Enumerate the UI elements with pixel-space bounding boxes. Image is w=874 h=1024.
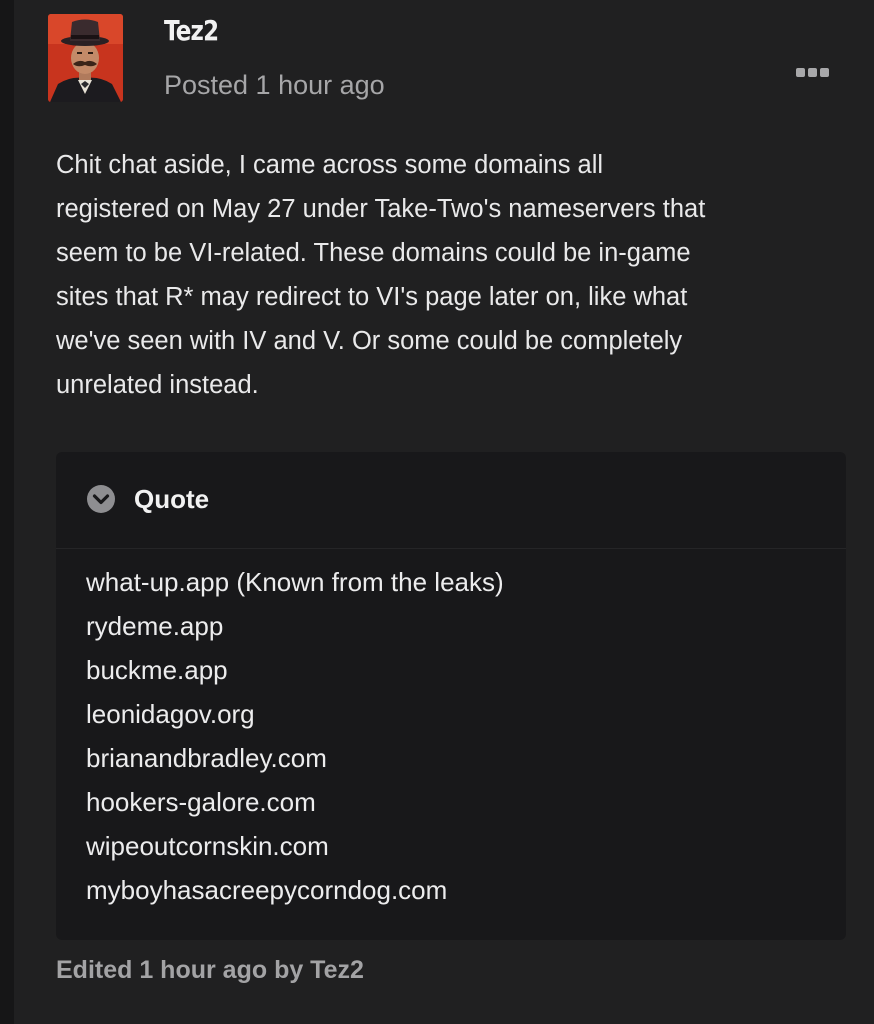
quote-label: Quote xyxy=(134,484,210,514)
quote-line: rydeme.app xyxy=(86,611,224,641)
quote-toggle[interactable]: Quote xyxy=(56,452,846,549)
post-body-line: we've seen with IV and V. Or some could … xyxy=(56,327,683,355)
author-name[interactable]: Tez2 xyxy=(164,14,219,47)
quote-content: what-up.app (Known from the leaks) rydem… xyxy=(86,560,504,912)
quote-line: myboyhasacreepycorndog.com xyxy=(86,875,448,905)
quote-line: brianandbradley.com xyxy=(86,743,327,773)
edited-note: Edited 1 hour ago by Tez2 xyxy=(56,956,364,984)
quote-block: Quote what-up.app (Known from the leaks)… xyxy=(56,452,846,940)
post-body: Chit chat aside, I came across some doma… xyxy=(56,143,856,407)
ellipsis-icon[interactable] xyxy=(792,62,832,82)
quote-line: what-up.app (Known from the leaks) xyxy=(86,567,504,597)
avatar[interactable] xyxy=(48,14,123,102)
quote-line: buckme.app xyxy=(86,655,228,685)
quote-line: wipeoutcornskin.com xyxy=(86,831,329,861)
chevron-down-circle-icon xyxy=(87,485,115,513)
ellipsis-dot xyxy=(819,67,829,77)
ellipsis-dot xyxy=(795,67,805,77)
left-edge xyxy=(0,0,14,1024)
quote-line: hookers-galore.com xyxy=(86,787,316,817)
forum-post: Tez2 Posted 1 hour ago Chit chat aside, … xyxy=(14,0,874,1024)
quote-line: leonidagov.org xyxy=(86,699,255,729)
avatar-image xyxy=(48,14,123,102)
post-body-line: sites that R* may redirect to VI's page … xyxy=(56,283,688,311)
post-body-line: unrelated instead. xyxy=(56,371,259,399)
post-body-line: registered on May 27 under Take-Two's na… xyxy=(56,195,706,223)
post-timestamp: Posted 1 hour ago xyxy=(164,70,385,100)
ellipsis-dot xyxy=(807,67,817,77)
post-body-line: seem to be VI-related. These domains cou… xyxy=(56,239,691,267)
post-body-line: Chit chat aside, I came across some doma… xyxy=(56,151,604,179)
